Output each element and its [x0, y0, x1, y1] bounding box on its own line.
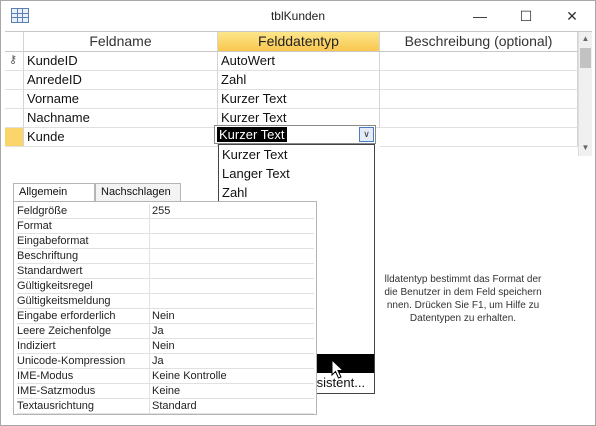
- property-value[interactable]: Keine: [152, 384, 312, 399]
- property-label: IME-Modus: [17, 369, 150, 384]
- property-row[interactable]: Eingabe erforderlich Nein: [17, 309, 314, 324]
- property-row[interactable]: Gültigkeitsregel: [17, 279, 314, 294]
- dropdown-option[interactable]: Kurzer Text: [219, 145, 374, 164]
- title-bar[interactable]: tblKunden — ☐ ✕: [1, 1, 595, 31]
- property-label: Gültigkeitsregel: [17, 279, 150, 294]
- field-type-cell[interactable]: Zahl: [218, 71, 380, 90]
- field-name-cell[interactable]: Nachname: [24, 109, 218, 128]
- property-value[interactable]: [152, 234, 312, 249]
- property-value[interactable]: 255: [152, 204, 312, 219]
- help-line: die Benutzer in dem Feld speichern: [384, 287, 542, 298]
- grid-corner[interactable]: [5, 32, 24, 52]
- primary-key-icon: ⚷: [9, 54, 18, 66]
- help-text: lldatentyp bestimmt das Format der die B…: [331, 273, 595, 325]
- property-row[interactable]: Unicode-Kompression Ja: [17, 354, 314, 369]
- field-description-cell[interactable]: [380, 109, 578, 128]
- mouse-pointer-icon: [331, 359, 345, 379]
- property-label: Beschriftung: [17, 249, 150, 264]
- property-label: Standardwert: [17, 264, 150, 279]
- dropdown-option[interactable]: Zahl: [219, 183, 374, 202]
- property-label: Eingabeformat: [17, 234, 150, 249]
- field-description-cell[interactable]: [380, 52, 578, 71]
- chevron-down-icon[interactable]: ∨: [359, 127, 374, 142]
- row-selector[interactable]: [5, 109, 24, 128]
- field-type-cell[interactable]: Kurzer Text: [218, 90, 380, 109]
- table-design-window: tblKunden — ☐ ✕ Feldname Felddatentyp Be…: [0, 0, 596, 426]
- property-label: Format: [17, 219, 150, 234]
- property-label: Leere Zeichenfolge: [17, 324, 150, 339]
- field-properties-sheet: Feldgröße 255 Format Eingabeformat Beschr…: [13, 201, 317, 415]
- property-row[interactable]: Indiziert Nein: [17, 339, 314, 354]
- maximize-button[interactable]: ☐: [503, 1, 549, 31]
- minimize-button[interactable]: —: [457, 1, 503, 31]
- property-row[interactable]: Beschriftung: [17, 249, 314, 264]
- field-type-cell[interactable]: AutoWert: [218, 52, 380, 71]
- row-selector-current[interactable]: [5, 128, 24, 147]
- field-description-cell[interactable]: [380, 90, 578, 109]
- field-name-cell[interactable]: AnredeID: [24, 71, 218, 90]
- data-type-combobox-value: Kurzer Text: [217, 127, 287, 142]
- dropdown-option[interactable]: Langer Text: [219, 164, 374, 183]
- help-line: lldatentyp bestimmt das Format der: [384, 274, 542, 285]
- property-row[interactable]: Leere Zeichenfolge Ja: [17, 324, 314, 339]
- property-row[interactable]: IME-Satzmodus Keine: [17, 384, 314, 399]
- property-value[interactable]: Nein: [152, 339, 312, 354]
- scroll-up-icon[interactable]: ▲: [579, 32, 592, 46]
- property-value[interactable]: [152, 219, 312, 234]
- field-description-cell[interactable]: [380, 71, 578, 90]
- property-value[interactable]: [152, 249, 312, 264]
- row-selector[interactable]: ⚷: [5, 52, 24, 71]
- property-row[interactable]: Standardwert: [17, 264, 314, 279]
- property-row[interactable]: Feldgröße 255: [17, 204, 314, 219]
- property-value[interactable]: Standard: [152, 399, 312, 414]
- property-row[interactable]: Gültigkeitsmeldung: [17, 294, 314, 309]
- header-felddatentyp[interactable]: Felddatentyp: [218, 32, 380, 52]
- scroll-down-icon[interactable]: ▼: [579, 141, 592, 155]
- property-row[interactable]: Textausrichtung Standard: [17, 399, 314, 414]
- row-selector[interactable]: [5, 71, 24, 90]
- property-value[interactable]: Ja: [152, 324, 312, 339]
- header-feldname[interactable]: Feldname: [24, 32, 218, 52]
- property-value[interactable]: Nein: [152, 309, 312, 324]
- property-label: Eingabe erforderlich: [17, 309, 150, 324]
- property-label: Feldgröße: [17, 204, 150, 219]
- data-type-combobox[interactable]: Kurzer Text ∨: [214, 125, 376, 144]
- tab-allgemein[interactable]: Allgemein: [13, 183, 95, 202]
- property-label: IME-Satzmodus: [17, 384, 150, 399]
- property-value[interactable]: Keine Kontrolle: [152, 369, 312, 384]
- help-line: Datentypen zu erhalten.: [409, 313, 517, 324]
- header-beschreibung[interactable]: Beschreibung (optional): [380, 32, 578, 52]
- property-row[interactable]: Format: [17, 219, 314, 234]
- field-name-cell[interactable]: KundeID: [24, 52, 218, 71]
- close-button[interactable]: ✕: [549, 1, 595, 31]
- property-row[interactable]: Eingabeformat: [17, 234, 314, 249]
- row-selector[interactable]: [5, 90, 24, 109]
- property-value[interactable]: [152, 264, 312, 279]
- tab-nachschlagen[interactable]: Nachschlagen: [95, 183, 181, 201]
- property-value[interactable]: [152, 294, 312, 309]
- help-line: nnen. Drücken Sie F1, um Hilfe zu: [386, 300, 540, 311]
- field-description-cell[interactable]: [380, 128, 578, 147]
- property-label: Indiziert: [17, 339, 150, 354]
- property-value[interactable]: [152, 279, 312, 294]
- property-row[interactable]: IME-Modus Keine Kontrolle: [17, 369, 314, 384]
- property-label: Gültigkeitsmeldung: [17, 294, 150, 309]
- field-name-cell[interactable]: Kunde: [24, 128, 218, 147]
- property-label: Unicode-Kompression: [17, 354, 150, 369]
- field-name-cell[interactable]: Vorname: [24, 90, 218, 109]
- property-label: Textausrichtung: [17, 399, 150, 414]
- scroll-thumb[interactable]: [580, 48, 591, 68]
- property-value[interactable]: Ja: [152, 354, 312, 369]
- grid-vertical-scrollbar[interactable]: ▲ ▼: [578, 32, 592, 156]
